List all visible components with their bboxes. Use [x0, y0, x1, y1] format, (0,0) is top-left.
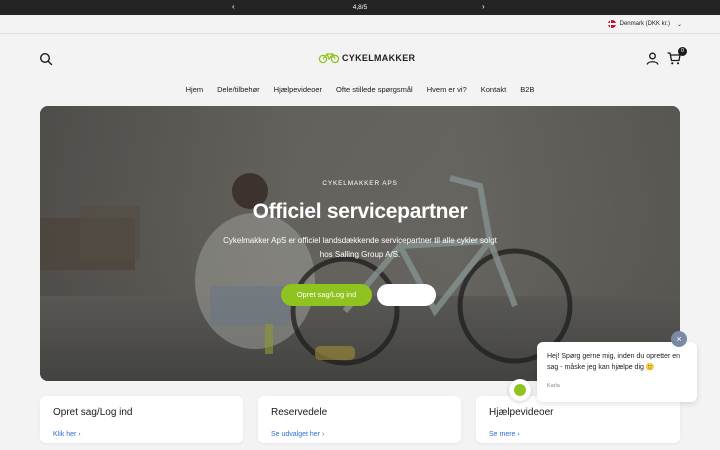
chevron-down-icon: ⌄: [676, 21, 682, 28]
logo-text: CYKELMAKKER: [342, 53, 416, 63]
nav-item-faq[interactable]: Ofte stillede spørgsmål: [336, 85, 413, 94]
denmark-flag-icon: [607, 20, 616, 28]
card-help-videos[interactable]: Hjælpevideoer Se mere ›: [476, 396, 680, 443]
hero-secondary-button[interactable]: [377, 284, 436, 306]
card-create-case[interactable]: Opret sag/Log ind Klik her ›: [40, 396, 243, 443]
chat-message: Hej! Spørg gerne mig, inden du opretter …: [547, 353, 681, 371]
chat-close-icon[interactable]: ×: [671, 331, 687, 347]
hero-eyebrow: CYKELMAKKER APS: [322, 180, 398, 187]
hero-description: Cykelmakker ApS er officiel landsdækkend…: [223, 236, 497, 259]
chat-launcher-button[interactable]: [509, 379, 531, 401]
card-link[interactable]: Se udvalget her ›: [271, 431, 324, 438]
hero-banner: CYKELMAKKER APS Officiel servicepartner …: [40, 106, 680, 381]
announcement-text: 4,8/5: [352, 4, 368, 11]
announcement-next-button[interactable]: ›: [482, 2, 485, 11]
nav-item-dele-tilbehor[interactable]: Dele/tilbehør: [217, 85, 260, 94]
nav-item-b2b[interactable]: B2B: [520, 85, 534, 94]
card-link[interactable]: Klik her ›: [53, 431, 81, 438]
utility-bar: Denmark (DKK kr.) ⌄: [0, 15, 720, 34]
nav-item-kontakt[interactable]: Kontakt: [481, 85, 506, 94]
card-link[interactable]: Se mere ›: [489, 431, 520, 438]
main-navigation: Hjem Dele/tilbehør Hjælpevideoer Ofte st…: [0, 85, 720, 94]
account-icon[interactable]: [646, 52, 659, 70]
site-logo[interactable]: CYKELMAKKER: [318, 52, 415, 64]
search-icon[interactable]: [39, 52, 53, 66]
site-header: CYKELMAKKER 0 Hjem Dele/tilbehør Hjælpev…: [0, 35, 720, 105]
hero-title: Officiel servicepartner: [252, 200, 468, 223]
currency-label: Denmark (DKK kr.): [619, 21, 670, 27]
bicycle-logo-icon: [318, 53, 340, 64]
card-spare-parts[interactable]: Reservedele Se udvalget her ›: [258, 396, 461, 443]
cart-count-badge: 0: [678, 47, 687, 56]
nav-item-hvem-er-vi[interactable]: Hvem er vi?: [427, 85, 467, 94]
chat-avatar-icon: [514, 384, 526, 396]
chat-greeting-bubble[interactable]: Hej! Spørg gerne mig, inden du opretter …: [537, 342, 697, 402]
chat-agent-name: Karla: [547, 383, 560, 389]
currency-selector[interactable]: Denmark (DKK kr.) ⌄: [607, 20, 682, 28]
card-title: Hjælpevideoer: [489, 407, 554, 418]
create-case-login-button[interactable]: Opret sag/Log ind: [281, 284, 372, 306]
announcement-bar: ‹ 4,8/5 ›: [0, 0, 720, 15]
nav-item-hjem[interactable]: Hjem: [186, 85, 204, 94]
card-title: Opret sag/Log ind: [53, 407, 133, 418]
card-title: Reservedele: [271, 407, 328, 418]
cart-icon[interactable]: 0: [667, 47, 687, 70]
nav-item-hjaelpevideoer[interactable]: Hjælpevideoer: [274, 85, 322, 94]
